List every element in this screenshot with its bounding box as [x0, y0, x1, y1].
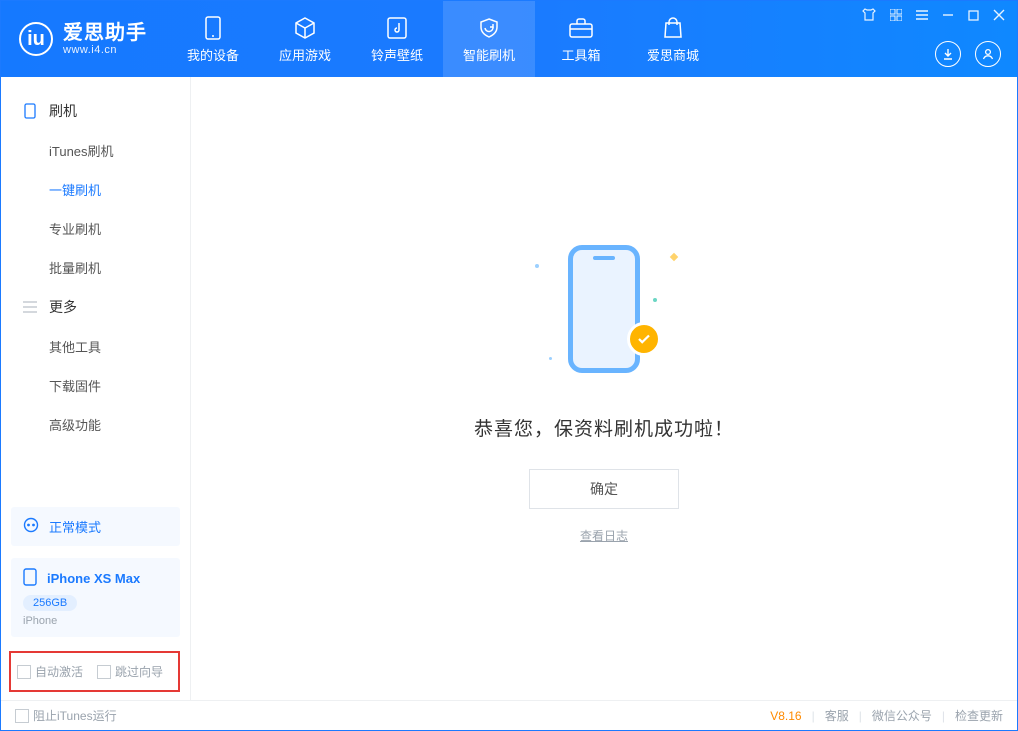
cube-icon — [293, 15, 317, 41]
nav-label: 我的设备 — [187, 45, 239, 64]
sidebar-item-oneclick-flash[interactable]: 一键刷机 — [1, 170, 190, 209]
sidebar-group-more: 更多 — [1, 287, 190, 327]
mode-icon — [23, 517, 39, 536]
phone-graphic — [568, 245, 640, 373]
checkbox-icon[interactable] — [17, 665, 31, 679]
version-label: V8.16 — [770, 709, 801, 723]
refresh-shield-icon — [477, 15, 501, 41]
bottom-options-highlight: 自动激活 跳过向导 — [9, 651, 180, 692]
account-button[interactable] — [975, 41, 1001, 67]
app-name: 爱思助手 — [63, 22, 147, 44]
phone-icon — [21, 103, 39, 119]
sidebar-item-pro-flash[interactable]: 专业刷机 — [1, 209, 190, 248]
checkbox-auto-activate[interactable]: 自动激活 — [17, 663, 83, 680]
sidebar-item-batch-flash[interactable]: 批量刷机 — [1, 248, 190, 287]
nav-smart-flash[interactable]: 智能刷机 — [443, 1, 535, 77]
checkbox-icon[interactable] — [15, 709, 29, 723]
checkbox-skip-guide[interactable]: 跳过向导 — [97, 663, 163, 680]
nav-label: 爱思商城 — [647, 45, 699, 64]
menu-icon[interactable] — [916, 8, 928, 26]
sidebar-item-advanced[interactable]: 高级功能 — [1, 405, 190, 444]
minimize-button[interactable] — [942, 8, 954, 26]
close-button[interactable] — [993, 8, 1005, 26]
sidebar-item-other-tools[interactable]: 其他工具 — [1, 327, 190, 366]
download-button[interactable] — [935, 41, 961, 67]
group-title: 刷机 — [49, 101, 77, 121]
checkmark-badge-icon — [627, 322, 661, 356]
sidebar-item-download-firmware[interactable]: 下载固件 — [1, 366, 190, 405]
device-icon — [23, 568, 37, 589]
status-bar: 阻止iTunes运行 V8.16 | 客服 | 微信公众号 | 检查更新 — [1, 700, 1017, 730]
success-message: 恭喜您，保资料刷机成功啦！ — [474, 414, 734, 441]
device-capacity: 256GB — [23, 595, 77, 611]
list-icon — [21, 301, 39, 313]
nav-my-device[interactable]: 我的设备 — [167, 1, 259, 77]
device-panel[interactable]: iPhone XS Max 256GB iPhone — [11, 558, 180, 637]
footer-link-wechat[interactable]: 微信公众号 — [872, 707, 932, 724]
nav-label: 应用游戏 — [279, 45, 331, 64]
title-bar: iu 爱思助手 www.i4.cn 我的设备 应用游戏 铃声壁纸 智能刷机 工具… — [1, 1, 1017, 77]
nav-ringtones-wallpapers[interactable]: 铃声壁纸 — [351, 1, 443, 77]
device-type: iPhone — [23, 615, 57, 627]
ok-button[interactable]: 确定 — [529, 469, 679, 509]
footer-link-update[interactable]: 检查更新 — [955, 707, 1003, 724]
nav-label: 铃声壁纸 — [371, 45, 423, 64]
sidebar-item-itunes-flash[interactable]: iTunes刷机 — [1, 131, 190, 170]
tshirt-icon[interactable] — [862, 7, 876, 26]
top-nav: 我的设备 应用游戏 铃声壁纸 智能刷机 工具箱 爱思商城 — [167, 1, 719, 77]
checkbox-block-itunes[interactable]: 阻止iTunes运行 — [15, 707, 117, 724]
nav-toolbox[interactable]: 工具箱 — [535, 1, 627, 77]
device-icon — [205, 15, 221, 41]
sidebar: 刷机 iTunes刷机 一键刷机 专业刷机 批量刷机 更多 其他工具 下载固件 … — [1, 77, 191, 700]
logo-icon: iu — [19, 22, 53, 56]
sidebar-group-flash: 刷机 — [1, 91, 190, 131]
toolbox-icon — [568, 15, 594, 41]
view-log-link[interactable]: 查看日志 — [580, 527, 628, 544]
group-title: 更多 — [49, 297, 77, 317]
checkbox-icon[interactable] — [97, 665, 111, 679]
success-illustration — [529, 234, 679, 384]
nav-label: 工具箱 — [561, 45, 600, 64]
app-domain: www.i4.cn — [63, 44, 147, 56]
nav-apps-games[interactable]: 应用游戏 — [259, 1, 351, 77]
bag-icon — [662, 15, 684, 41]
grid-icon[interactable] — [890, 8, 902, 26]
music-file-icon — [386, 15, 408, 41]
footer-link-support[interactable]: 客服 — [825, 707, 849, 724]
nav-store[interactable]: 爱思商城 — [627, 1, 719, 77]
maximize-button[interactable] — [968, 8, 979, 26]
app-logo: iu 爱思助手 www.i4.cn — [1, 1, 167, 77]
main-content: 恭喜您，保资料刷机成功啦！ 确定 查看日志 — [191, 77, 1017, 700]
window-controls — [862, 7, 1005, 26]
device-name: iPhone XS Max — [47, 571, 140, 586]
mode-label: 正常模式 — [49, 517, 101, 536]
nav-label: 智能刷机 — [463, 45, 515, 64]
mode-panel[interactable]: 正常模式 — [11, 507, 180, 546]
